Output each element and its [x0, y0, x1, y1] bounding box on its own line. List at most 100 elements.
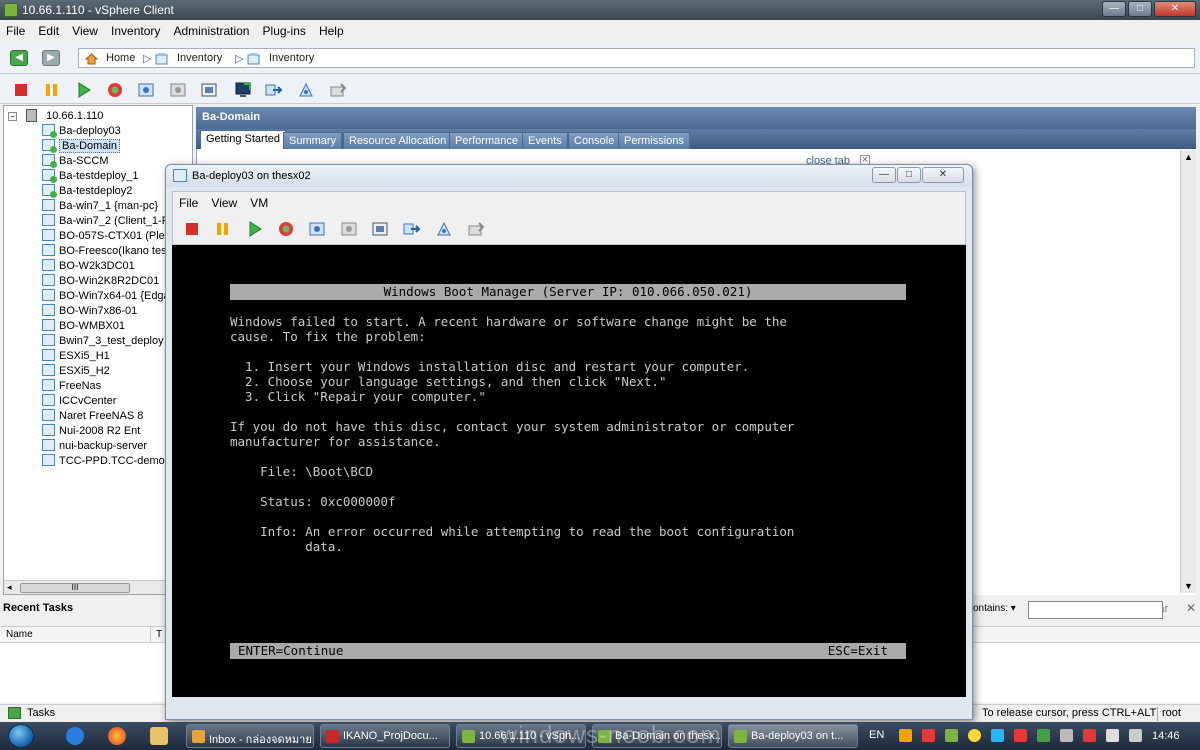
tree-item[interactable]: BO-Win7x86-01 [42, 304, 137, 317]
console-menu-file[interactable]: File [173, 192, 202, 210]
tree-item[interactable]: ICCvCenter [42, 394, 116, 407]
tree-item[interactable]: Bwin7_3_test_deploy [42, 334, 164, 347]
menu-view[interactable]: View [66, 20, 102, 38]
collapse-icon[interactable]: − [8, 112, 17, 121]
chrome-icon[interactable] [108, 727, 126, 745]
power-off-icon[interactable] [183, 220, 201, 238]
tree-item[interactable]: BO-WMBX01 [42, 319, 125, 332]
console-menu-vm[interactable]: VM [244, 192, 272, 210]
reset-icon[interactable] [106, 81, 124, 99]
permissions-icon[interactable] [329, 81, 347, 99]
power-on-icon[interactable] [75, 81, 93, 99]
tray-icon[interactable] [968, 729, 981, 742]
filter-input[interactable] [1028, 601, 1163, 619]
flag-icon[interactable] [1106, 729, 1119, 742]
menu-edit[interactable]: Edit [32, 20, 63, 38]
tab-events[interactable]: Events [522, 132, 568, 149]
menu-help[interactable]: Help [313, 20, 348, 38]
taskbar-item-ikano[interactable]: IKANO_ProjDocu... [320, 724, 450, 748]
tray-icon[interactable] [945, 729, 958, 742]
network-icon[interactable] [1060, 729, 1073, 742]
tree-item[interactable]: BO-057S-CTX01 (Plea [42, 229, 171, 242]
migrate-icon[interactable] [265, 81, 283, 99]
suspend-icon[interactable] [214, 220, 232, 238]
tab-resource-allocation[interactable]: Resource Allocation [343, 132, 453, 149]
maximize-button[interactable]: □ [1128, 1, 1152, 17]
tray-icon[interactable] [899, 729, 912, 742]
tasks-button[interactable]: Tasks [27, 707, 55, 719]
tray-icon[interactable] [922, 729, 935, 742]
scroll-up-icon[interactable]: ▲ [1184, 152, 1193, 162]
reset-icon[interactable] [277, 220, 295, 238]
edit-settings-icon[interactable] [297, 81, 315, 99]
console-icon[interactable] [234, 81, 252, 99]
tree-item[interactable]: Ba-SCCM [42, 154, 109, 168]
breadcrumb-inventory[interactable]: Inventory [177, 52, 222, 64]
tree-item[interactable]: TCC-PPD.TCC-demo.lo [42, 454, 176, 467]
tree-item[interactable]: BO-W2k3DC01 [42, 259, 135, 272]
close-recent-tasks-icon[interactable]: ✕ [1186, 601, 1196, 615]
revert-snapshot-icon[interactable] [169, 81, 187, 99]
tree-item[interactable]: BO-Freesco(Ikano tes [42, 244, 167, 257]
detail-vertical-scrollbar[interactable]: ▲ ▼ [1180, 150, 1196, 593]
console-menu-view[interactable]: View [205, 192, 241, 210]
esc-exit-hint[interactable]: ESC=Exit [828, 643, 888, 659]
taskbar-item-inbox[interactable]: Inbox - กล่องจดหมาย... [186, 724, 314, 748]
menu-inventory[interactable]: Inventory [105, 20, 164, 38]
scroll-down-icon[interactable]: ▼ [1184, 581, 1193, 591]
snapshot-manager-icon[interactable] [371, 220, 389, 238]
tree-item[interactable]: Ba-win7_1 {man-pc} [42, 199, 158, 212]
forward-arrow-icon[interactable]: ▶ [42, 50, 60, 66]
revert-snapshot-icon[interactable] [340, 220, 358, 238]
scroll-thumb[interactable]: III [20, 583, 130, 593]
tab-permissions[interactable]: Permissions [618, 132, 690, 149]
console-maximize-button[interactable]: □ [897, 167, 921, 183]
tree-item[interactable]: Ba-Domain [42, 139, 121, 153]
power-off-icon[interactable] [12, 81, 30, 99]
breadcrumb-home[interactable]: Home [106, 52, 135, 64]
menu-administration[interactable]: Administration [167, 20, 253, 38]
tree-item[interactable]: Ba-testdeploy_1 [42, 169, 139, 183]
internet-explorer-icon[interactable] [66, 727, 84, 745]
tray-icon[interactable] [1083, 729, 1096, 742]
snapshot-manager-icon[interactable] [200, 81, 218, 99]
tray-icon[interactable] [1037, 729, 1050, 742]
menu-file[interactable]: File [0, 20, 29, 38]
clock[interactable]: 14:46 [1152, 730, 1180, 742]
vm-console-screen[interactable]: Windows Boot Manager (Server IP: 010.066… [172, 245, 966, 697]
scroll-left-icon[interactable]: ◂ [7, 582, 12, 593]
tree-item[interactable]: nui-backup-server [42, 439, 147, 452]
power-on-icon[interactable] [246, 220, 264, 238]
tree-horizontal-scrollbar[interactable]: ◂ III [4, 580, 192, 594]
tab-performance[interactable]: Performance [449, 132, 524, 149]
explorer-icon[interactable] [150, 727, 168, 745]
edit-settings-icon[interactable] [435, 220, 453, 238]
tree-item[interactable]: FreeNas [42, 379, 101, 392]
tree-item[interactable]: BO-Win2K8R2DC01 [42, 274, 159, 287]
shield-icon[interactable] [1014, 729, 1027, 742]
minimize-button[interactable]: — [1102, 1, 1126, 17]
console-title-bar[interactable]: Ba-deploy03 on thesx02 — □ ✕ [166, 165, 972, 187]
breadcrumb-inventory-2[interactable]: Inventory [269, 52, 314, 64]
tree-item[interactable]: Naret FreeNAS 8 [42, 409, 143, 422]
console-minimize-button[interactable]: — [872, 167, 896, 183]
column-name[interactable]: Name [6, 629, 33, 640]
tree-item[interactable]: Ba-deploy03 [42, 124, 121, 138]
migrate-icon[interactable] [403, 220, 421, 238]
enter-continue-hint[interactable]: ENTER=Continue [238, 643, 343, 659]
tree-item[interactable]: Nui-2008 R2 Ent [42, 424, 140, 437]
start-button[interactable] [8, 724, 34, 748]
tree-item[interactable]: ESXi5_H1 [42, 349, 110, 362]
tab-console[interactable]: Console [568, 132, 621, 149]
suspend-icon[interactable] [43, 81, 61, 99]
filter-label[interactable]: contains: ▾ [968, 603, 1016, 614]
back-arrow-icon[interactable]: ◀ [10, 50, 28, 66]
tab-summary[interactable]: Summary [283, 132, 343, 149]
tray-icon[interactable] [991, 729, 1004, 742]
snapshot-icon[interactable] [137, 81, 155, 99]
menu-plugins[interactable]: Plug-ins [257, 20, 310, 38]
close-button[interactable]: ✕ [1154, 1, 1196, 17]
tree-item[interactable]: ESXi5_H2 [42, 364, 110, 377]
snapshot-icon[interactable] [308, 220, 326, 238]
tree-item[interactable]: BO-Win7x64-01 {Edga [42, 289, 170, 302]
